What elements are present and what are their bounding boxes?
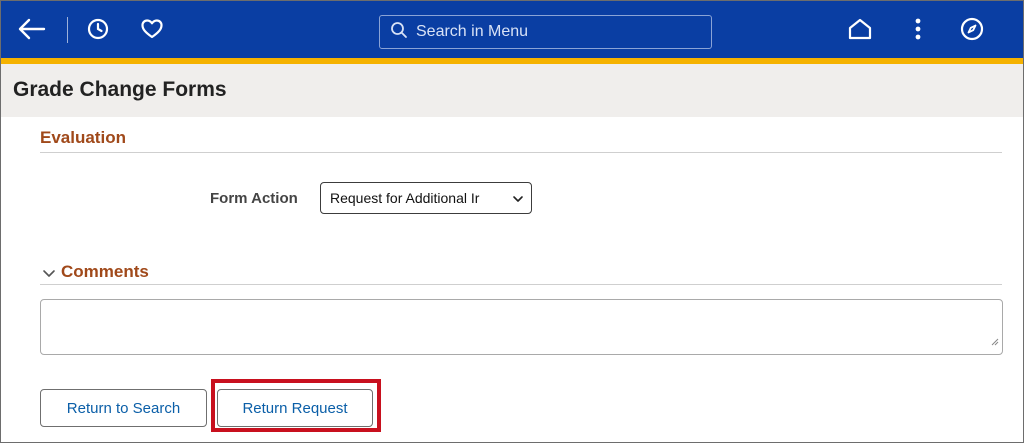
comments-divider [40, 284, 1002, 285]
page-header: Grade Change Forms [1, 64, 1023, 117]
search-placeholder: Search in Menu [416, 23, 529, 40]
form-action-value: Request for Additional Ir [330, 190, 480, 206]
search-icon [390, 21, 408, 44]
evaluation-section-title: Evaluation [40, 128, 126, 147]
more-actions-icon[interactable] [903, 14, 933, 44]
page-title: Grade Change Forms [13, 78, 227, 101]
highlight-box [211, 379, 381, 432]
collapse-chevron-icon[interactable] [42, 266, 56, 285]
home-icon[interactable] [845, 14, 875, 44]
favorites-heart-icon[interactable] [137, 14, 167, 44]
navigator-compass-icon[interactable] [957, 14, 987, 44]
chevron-down-icon [512, 192, 524, 208]
form-action-select[interactable]: Request for Additional Ir [320, 182, 532, 214]
toolbar-separator [67, 17, 68, 43]
top-navigation-bar: Search in Menu [1, 1, 1023, 58]
app-window: Search in Menu Grade Change Forms Evalua… [0, 0, 1024, 443]
form-action-label: Form Action [210, 190, 298, 207]
return-to-search-button[interactable]: Return to Search [40, 389, 207, 427]
comments-section-title[interactable]: Comments [61, 262, 149, 282]
comments-textarea[interactable] [40, 299, 1003, 355]
back-arrow-icon[interactable] [17, 14, 47, 44]
evaluation-divider [40, 152, 1002, 153]
search-menu-input[interactable]: Search in Menu [379, 15, 712, 49]
resize-handle-icon[interactable] [991, 333, 999, 351]
history-icon[interactable] [83, 14, 113, 44]
